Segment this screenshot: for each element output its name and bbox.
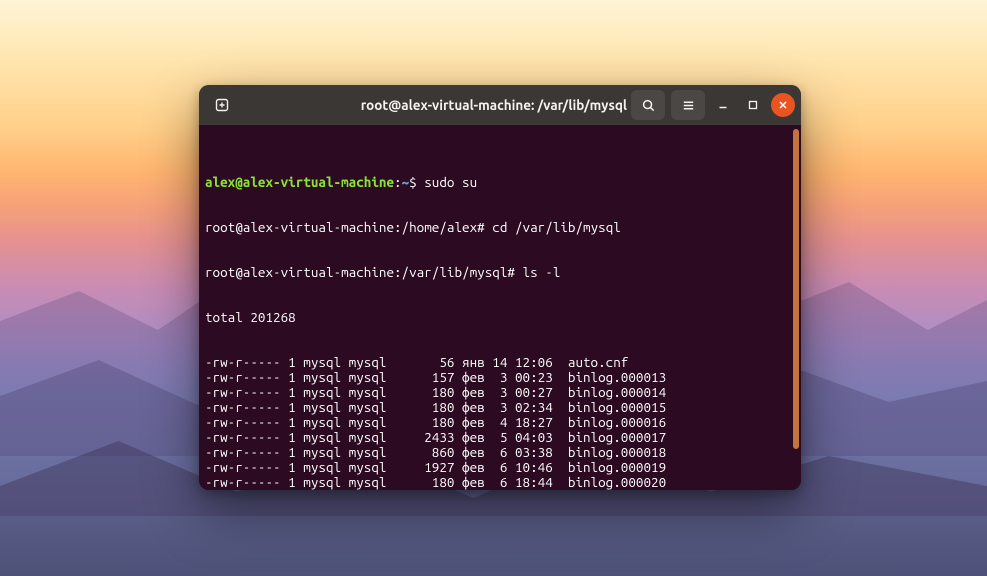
listing-row: -rw-r----- 1 mysql mysql 860 фев 6 03:38… <box>205 445 793 460</box>
listing-row: -rw-r----- 1 mysql mysql 157 фев 3 00:23… <box>205 370 793 385</box>
listing-row: -rw-r----- 1 mysql mysql 180 фев 6 18:44… <box>205 475 793 490</box>
scrollbar[interactable] <box>793 129 799 449</box>
terminal-window: root@alex-virtual-machine: /var/lib/mysq… <box>199 85 801 490</box>
new-tab-icon <box>214 97 230 113</box>
titlebar[interactable]: root@alex-virtual-machine: /var/lib/mysq… <box>199 85 801 125</box>
prompt-line: root@alex-virtual-machine:/home/alex# cd… <box>205 220 793 235</box>
listing-row: -rw-r----- 1 mysql mysql 180 фев 3 02:34… <box>205 400 793 415</box>
listing-row: -rw-r----- 1 mysql mysql 2433 фев 5 04:0… <box>205 430 793 445</box>
menu-button[interactable] <box>671 90 705 120</box>
prompt-line: alex@alex-virtual-machine:~$ sudo su <box>205 175 793 190</box>
listing-row: -rw-r----- 1 mysql mysql 1927 фев 6 10:4… <box>205 460 793 475</box>
search-icon <box>641 98 656 113</box>
desktop-background: root@alex-virtual-machine: /var/lib/mysq… <box>0 0 987 576</box>
new-tab-button[interactable] <box>205 90 239 120</box>
file-listing: -rw-r----- 1 mysql mysql 56 янв 14 12:06… <box>205 355 793 490</box>
total-line: total 201268 <box>205 310 793 325</box>
close-icon <box>778 100 788 110</box>
terminal-body[interactable]: alex@alex-virtual-machine:~$ sudo su roo… <box>199 125 801 490</box>
search-button[interactable] <box>631 90 665 120</box>
window-title: root@alex-virtual-machine: /var/lib/mysq… <box>361 97 627 113</box>
close-button[interactable] <box>771 93 795 117</box>
listing-row: -rw-r----- 1 mysql mysql 180 фев 3 00:27… <box>205 385 793 400</box>
minimize-button[interactable] <box>711 93 735 117</box>
maximize-button[interactable] <box>741 93 765 117</box>
prompt-line: root@alex-virtual-machine:/var/lib/mysql… <box>205 265 793 280</box>
minimize-icon <box>718 100 728 110</box>
listing-row: -rw-r----- 1 mysql mysql 56 янв 14 12:06… <box>205 355 793 370</box>
maximize-icon <box>748 100 758 110</box>
listing-row: -rw-r----- 1 mysql mysql 180 фев 4 18:27… <box>205 415 793 430</box>
hamburger-icon <box>681 98 696 113</box>
